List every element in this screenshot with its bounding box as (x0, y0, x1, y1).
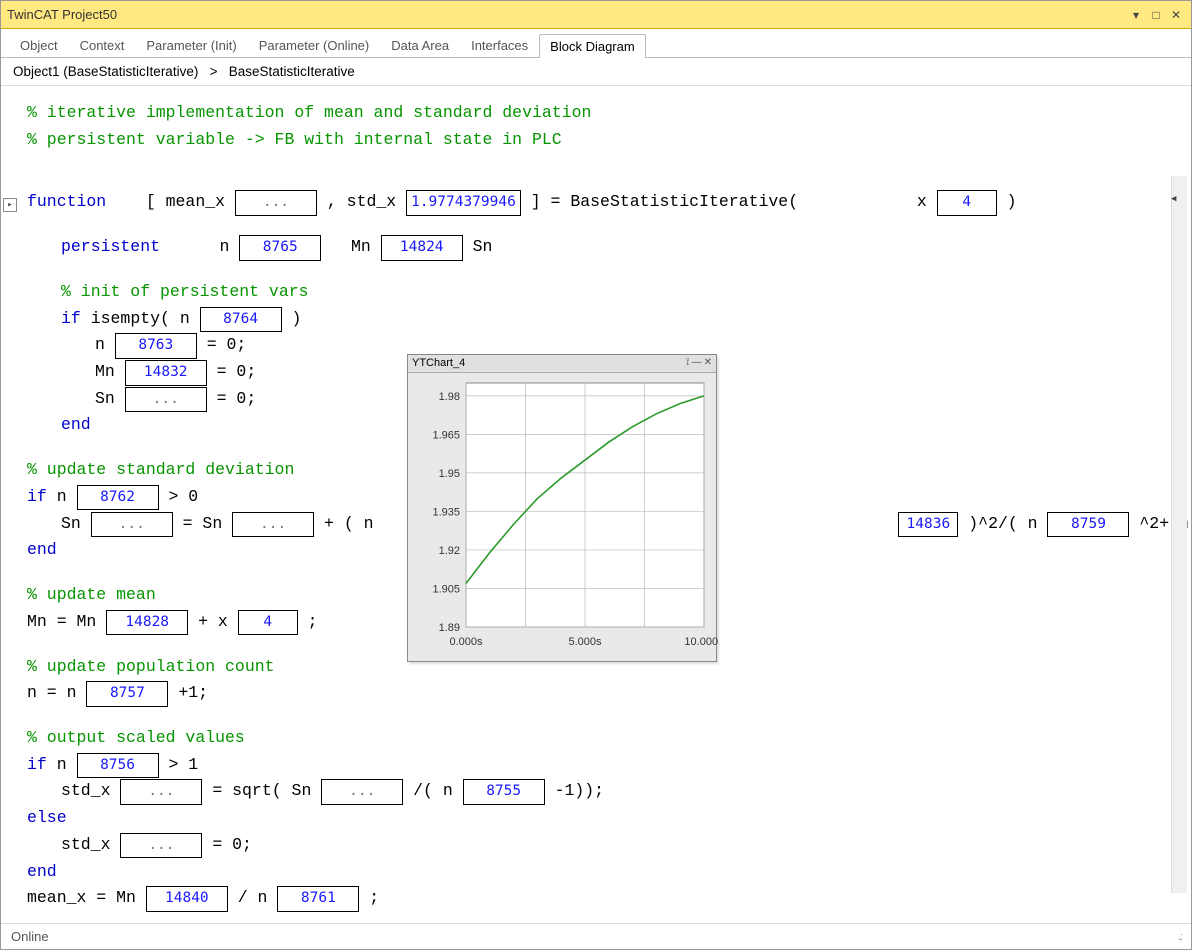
n-update: n = n 8757 +1; (27, 680, 1177, 707)
chart-titlebar[interactable]: YTChart_4 ⟟ — ✕ (408, 355, 716, 373)
maximize-icon[interactable]: □ (1147, 6, 1165, 24)
if-isempty: if isempty( n 8764 ) (61, 306, 1177, 333)
dropdown-icon[interactable]: ▾ (1127, 6, 1145, 24)
value-sn-n2[interactable]: 8759 (1047, 512, 1129, 537)
value-n-cur[interactable]: 8757 (86, 681, 168, 706)
resize-grip-icon[interactable]: ..: (1178, 931, 1181, 943)
tab-data-area[interactable]: Data Area (380, 33, 460, 57)
svg-text:1.935: 1.935 (432, 506, 460, 518)
svg-text:10.000s: 10.000s (684, 636, 718, 648)
value-mn-persistent[interactable]: 14824 (381, 235, 463, 260)
tab-interfaces[interactable]: Interfaces (460, 33, 539, 57)
breadcrumb: Object1 (BaseStatisticIterative) > BaseS… (1, 58, 1191, 86)
value-sn-lhs[interactable]: ... (91, 512, 173, 537)
meanx-out: mean_x = Mn 14840 / n 8761 ; (27, 885, 1177, 912)
vertical-scrollbar[interactable] (1171, 176, 1187, 893)
chart-title-text: YTChart_4 (412, 355, 465, 373)
value-stdx-else[interactable]: ... (120, 833, 202, 858)
status-bar: Online ..: (1, 923, 1191, 949)
if-n-gt1: if n 8756 > 1 (27, 752, 1177, 779)
close-icon[interactable]: ✕ (1167, 6, 1185, 24)
svg-text:1.89: 1.89 (439, 622, 460, 634)
value-stdx-box[interactable]: ... (120, 779, 202, 804)
stdx-zero: std_x ... = 0; (61, 832, 1177, 859)
value-n-gt0[interactable]: 8762 (77, 485, 159, 510)
value-stdx[interactable]: 1.9774379946 (406, 190, 521, 215)
tab-parameter-online[interactable]: Parameter (Online) (248, 33, 381, 57)
value-x-cur[interactable]: 4 (238, 610, 298, 635)
chart-plot[interactable]: 1.89 1.905 1.92 1.935 1.95 1.965 1.98 0.000s 5.0… (408, 373, 716, 661)
value-mn-out[interactable]: 14840 (146, 886, 228, 911)
value-mn-cur[interactable]: 14828 (106, 610, 188, 635)
breadcrumb-sep: > (210, 64, 218, 79)
value-n-persistent[interactable]: 8765 (239, 235, 321, 260)
end-kw: end (27, 540, 57, 559)
stdx-sqrt: std_x ... = sqrt( Sn ... /( n 8755 -1)); (61, 778, 1177, 805)
status-text: Online (11, 929, 49, 944)
collapse-handle-icon[interactable]: ▸ (3, 198, 17, 212)
function-signature: function [ mean_x ... , std_x 1.97743799… (27, 189, 1177, 216)
svg-text:1.905: 1.905 (432, 583, 460, 595)
value-n-isempty[interactable]: 8764 (200, 307, 282, 332)
svg-text:1.92: 1.92 (439, 545, 460, 557)
else-kw: else (27, 808, 67, 827)
close-chart-icon[interactable]: ✕ (704, 355, 712, 371)
value-sn-n1[interactable]: 14836 (898, 512, 958, 537)
tab-object[interactable]: Object (9, 33, 69, 57)
value-sn-init[interactable]: ... (125, 387, 207, 412)
minimize-icon[interactable]: — (692, 355, 702, 371)
svg-text:0.000s: 0.000s (449, 636, 483, 648)
comment-line: % init of persistent vars (61, 279, 1177, 306)
tab-parameter-init[interactable]: Parameter (Init) (135, 33, 247, 57)
svg-text:1.95: 1.95 (439, 468, 460, 480)
breadcrumb-item-1[interactable]: Object1 (BaseStatisticIterative) (13, 64, 198, 79)
persistent-decl: persistent n 8765 Mn 14824 Sn (61, 234, 1177, 261)
ytchart-window[interactable]: YTChart_4 ⟟ — ✕ 1.891.9051.921.9351.951.… (407, 354, 717, 662)
value-n-gt1[interactable]: 8756 (77, 753, 159, 778)
svg-text:1.965: 1.965 (432, 429, 460, 441)
value-sn-rhs[interactable]: ... (232, 512, 314, 537)
value-meanx[interactable]: ... (235, 190, 317, 215)
value-x[interactable]: 4 (937, 190, 997, 215)
scroll-left-icon[interactable]: ◀ (1171, 192, 1185, 206)
value-n-out[interactable]: 8761 (277, 886, 359, 911)
end-kw: end (27, 862, 57, 881)
value-n-init[interactable]: 8763 (115, 333, 197, 358)
comment-line: % output scaled values (27, 725, 1177, 752)
value-sn-sqrt[interactable]: ... (321, 779, 403, 804)
svg-text:5.000s: 5.000s (568, 636, 602, 648)
value-mn-init[interactable]: 14832 (125, 360, 207, 385)
end-kw: end (61, 415, 91, 434)
comment-line: % persistent variable -> FB with interna… (27, 127, 1177, 154)
svg-text:1.98: 1.98 (439, 391, 460, 403)
value-n-sqrt[interactable]: 8755 (463, 779, 545, 804)
comment-line: % iterative implementation of mean and s… (27, 100, 1177, 127)
titlebar: TwinCAT Project50 ▾ □ ✕ (1, 1, 1191, 29)
pin-icon[interactable]: ⟟ (686, 355, 690, 371)
breadcrumb-item-2[interactable]: BaseStatisticIterative (229, 64, 355, 79)
app-window: TwinCAT Project50 ▾ □ ✕ Object Context P… (0, 0, 1192, 950)
block-diagram-editor[interactable]: ▸ ◀ % iterative implementation of mean a… (1, 86, 1191, 923)
tab-block-diagram[interactable]: Block Diagram (539, 34, 646, 58)
tab-context[interactable]: Context (69, 33, 136, 57)
tab-strip: Object Context Parameter (Init) Paramete… (1, 29, 1191, 58)
window-title: TwinCAT Project50 (7, 7, 1125, 22)
